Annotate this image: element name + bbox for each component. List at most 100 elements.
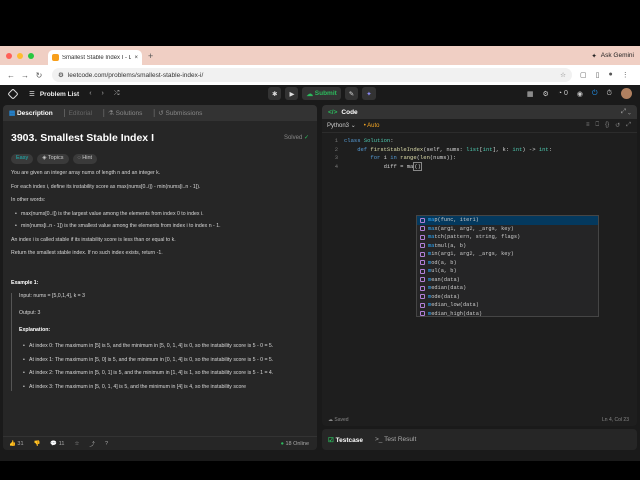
function-icon (420, 251, 425, 257)
tab-solutions[interactable]: │ ⚗ Solutions (102, 109, 142, 117)
tab-testcase[interactable]: Testcase (328, 436, 363, 444)
completion-text: x(arg1, arg2, _args, key) (434, 225, 514, 232)
shuffle-icon[interactable]: ⤮ (114, 90, 120, 98)
function-icon (420, 302, 425, 308)
completion-text: ul(a, b) (431, 268, 457, 275)
tab-submissions[interactable]: │ ↺ Submissions (152, 109, 202, 117)
maximize-window-button[interactable] (28, 52, 34, 59)
doc-icon: ▤ (9, 110, 17, 117)
address-bar-row: ← → ↻ ⚙ leetcode.com/problems/smallest-stab… (0, 65, 640, 85)
extension-icon[interactable]: ▢ (580, 71, 587, 79)
new-tab-button[interactable]: + (148, 51, 153, 61)
submit-button[interactable]: ☁ Submit (302, 87, 341, 100)
star-icon[interactable]: ☆ (74, 441, 79, 447)
completion-text: edian(data) (431, 285, 467, 292)
ask-gemini-button[interactable]: ✦ Ask Gemini (591, 52, 634, 60)
function-icon (420, 311, 425, 317)
autocomplete-text: median_low(data) (428, 302, 479, 308)
list-item: min(nums[i..n - 1]) is the smallest valu… (15, 223, 309, 231)
autocomplete-text: mode(data) (428, 294, 460, 300)
code-editor[interactable]: 1 2 3 4 class Solution: def firstStableI… (322, 133, 637, 171)
debug-button[interactable]: ✱ (268, 87, 282, 100)
close-tab-icon[interactable]: × (134, 55, 138, 61)
note-button[interactable]: ✎ (344, 87, 359, 100)
browser-tab[interactable]: Smallest Stable Index I - Lee...× (48, 50, 142, 65)
profile-icon[interactable]: ● (608, 71, 612, 79)
autocomplete-item[interactable]: mean(data) (417, 276, 598, 285)
notification-icon[interactable]: ◉ (577, 90, 583, 98)
autocomplete-item[interactable]: mode(data) (417, 293, 598, 302)
forward-icon[interactable]: → (18, 71, 32, 80)
autocomplete-item[interactable]: median_low(data) (417, 301, 598, 310)
timer-icon[interactable]: ⏻ (592, 90, 598, 98)
leetcode-logo-icon[interactable] (7, 88, 19, 100)
online-count: 18 Online (281, 441, 309, 447)
tab-editorial[interactable]: │ Editorial (63, 110, 92, 117)
autocomplete-item[interactable]: max(arg1, arg2, _args, key) (417, 225, 598, 234)
autocomplete-item[interactable]: median(data) (417, 284, 598, 293)
reset-icon[interactable]: ↺ (615, 122, 620, 129)
reload-icon[interactable]: ↻ (32, 71, 46, 80)
topics-button[interactable]: ◈ Topics (37, 154, 69, 165)
autocomplete-text: median_high(data) (428, 311, 482, 317)
completion-text: p(func, iter1) (434, 217, 479, 224)
terminal-icon: >_ (374, 436, 385, 443)
difficulty-badge[interactable]: Easy (11, 154, 34, 165)
autocomplete-item[interactable]: match(pattern, string, flags) (417, 233, 598, 242)
line-number: 1 (334, 137, 338, 144)
function-icon (420, 294, 425, 300)
autocomplete-item[interactable]: median_high(data) (417, 310, 598, 319)
ai-button[interactable]: ✦ (362, 87, 376, 100)
panel-controls[interactable]: ⤢ ⌄ (621, 108, 631, 116)
tab-description[interactable]: ▤ Description (9, 109, 53, 117)
autocomplete-item[interactable]: min(arg1, arg2, _args, key) (417, 250, 598, 259)
autocomplete-item[interactable]: mod(a, b) (417, 259, 598, 268)
format-icon[interactable]: ≡ (586, 122, 590, 129)
list-item: At index 0: The maximum in [5] is 5, and… (23, 343, 309, 351)
tab-title: Smallest Stable Index I - Lee... (62, 54, 132, 61)
bookmark-star-icon[interactable]: ☆ (560, 71, 566, 79)
layout-icon[interactable]: ▦ (527, 90, 534, 98)
cursor-position: Ln 4, Col 23 (602, 417, 629, 423)
avatar[interactable] (621, 88, 632, 99)
settings-icon[interactable]: ⚙ (543, 90, 549, 98)
code-title: Code (341, 108, 358, 116)
comments-button[interactable]: 💬 11 (50, 441, 64, 447)
braces-icon[interactable]: {} (605, 122, 609, 129)
autocomplete-list[interactable]: map(func, iter1) max(arg1, arg2, _args, k… (416, 215, 599, 317)
close-window-button[interactable] (6, 52, 12, 59)
sidebar-icon[interactable]: ▯ (596, 71, 600, 79)
back-icon[interactable]: ← (4, 71, 18, 80)
definition-paragraph: For each index i, define its instability… (11, 183, 201, 190)
line-number: 3 (334, 154, 338, 162)
like-button[interactable]: 👍 31 (9, 441, 24, 447)
problem-list-button[interactable]: ☰ Problem List (29, 90, 79, 99)
list-icon: ☰ (29, 91, 35, 98)
test-result-label: Test Result (384, 436, 417, 443)
clock-icon[interactable]: ⏱ (607, 90, 612, 98)
share-icon[interactable]: ⤴ (89, 440, 95, 448)
definition-list: max(nums[0..i]) is the largest value amo… (11, 211, 309, 231)
auto-toggle[interactable]: • Auto (364, 123, 380, 129)
tab-test-result[interactable]: >_ Test Result (375, 436, 416, 443)
run-button[interactable]: ▶ (285, 87, 299, 100)
url-field[interactable]: ⚙ leetcode.com/problems/smallest-stable-i… (52, 68, 572, 82)
autocomplete-item[interactable]: mul(a, b) (417, 267, 598, 276)
dislike-icon[interactable]: 👎 (34, 441, 41, 447)
code-panel: </> Code ⤢ ⌄ Python3 ⌄ • Auto ≡ ⎕ {} ↺ ⤢ 1 2 3… (322, 105, 637, 426)
autocomplete-item[interactable]: map(func, iter1) (417, 216, 598, 225)
minimize-window-button[interactable] (17, 52, 23, 59)
example-input: Input: nums = [5,0,1,4], k = 3 (19, 293, 86, 300)
prev-problem-icon[interactable]: ‹ (89, 90, 91, 98)
stable-definition: An index i is called stable if its insta… (11, 236, 176, 243)
menu-icon[interactable]: ⋮ (622, 71, 629, 79)
help-icon[interactable]: ? (105, 441, 108, 447)
streak-icon[interactable]: ◔ 0 (558, 90, 568, 97)
next-problem-icon[interactable]: › (102, 90, 104, 98)
autocomplete-item[interactable]: matmul(a, b) (417, 242, 598, 251)
fullscreen-icon[interactable]: ⤢ (626, 122, 631, 129)
hint-button[interactable]: ◌ Hint (72, 154, 98, 165)
site-info-icon[interactable]: ⚙ (58, 71, 64, 79)
bookmark-icon[interactable]: ⎕ (596, 122, 600, 129)
language-select[interactable]: Python3 ⌄ (327, 122, 356, 129)
